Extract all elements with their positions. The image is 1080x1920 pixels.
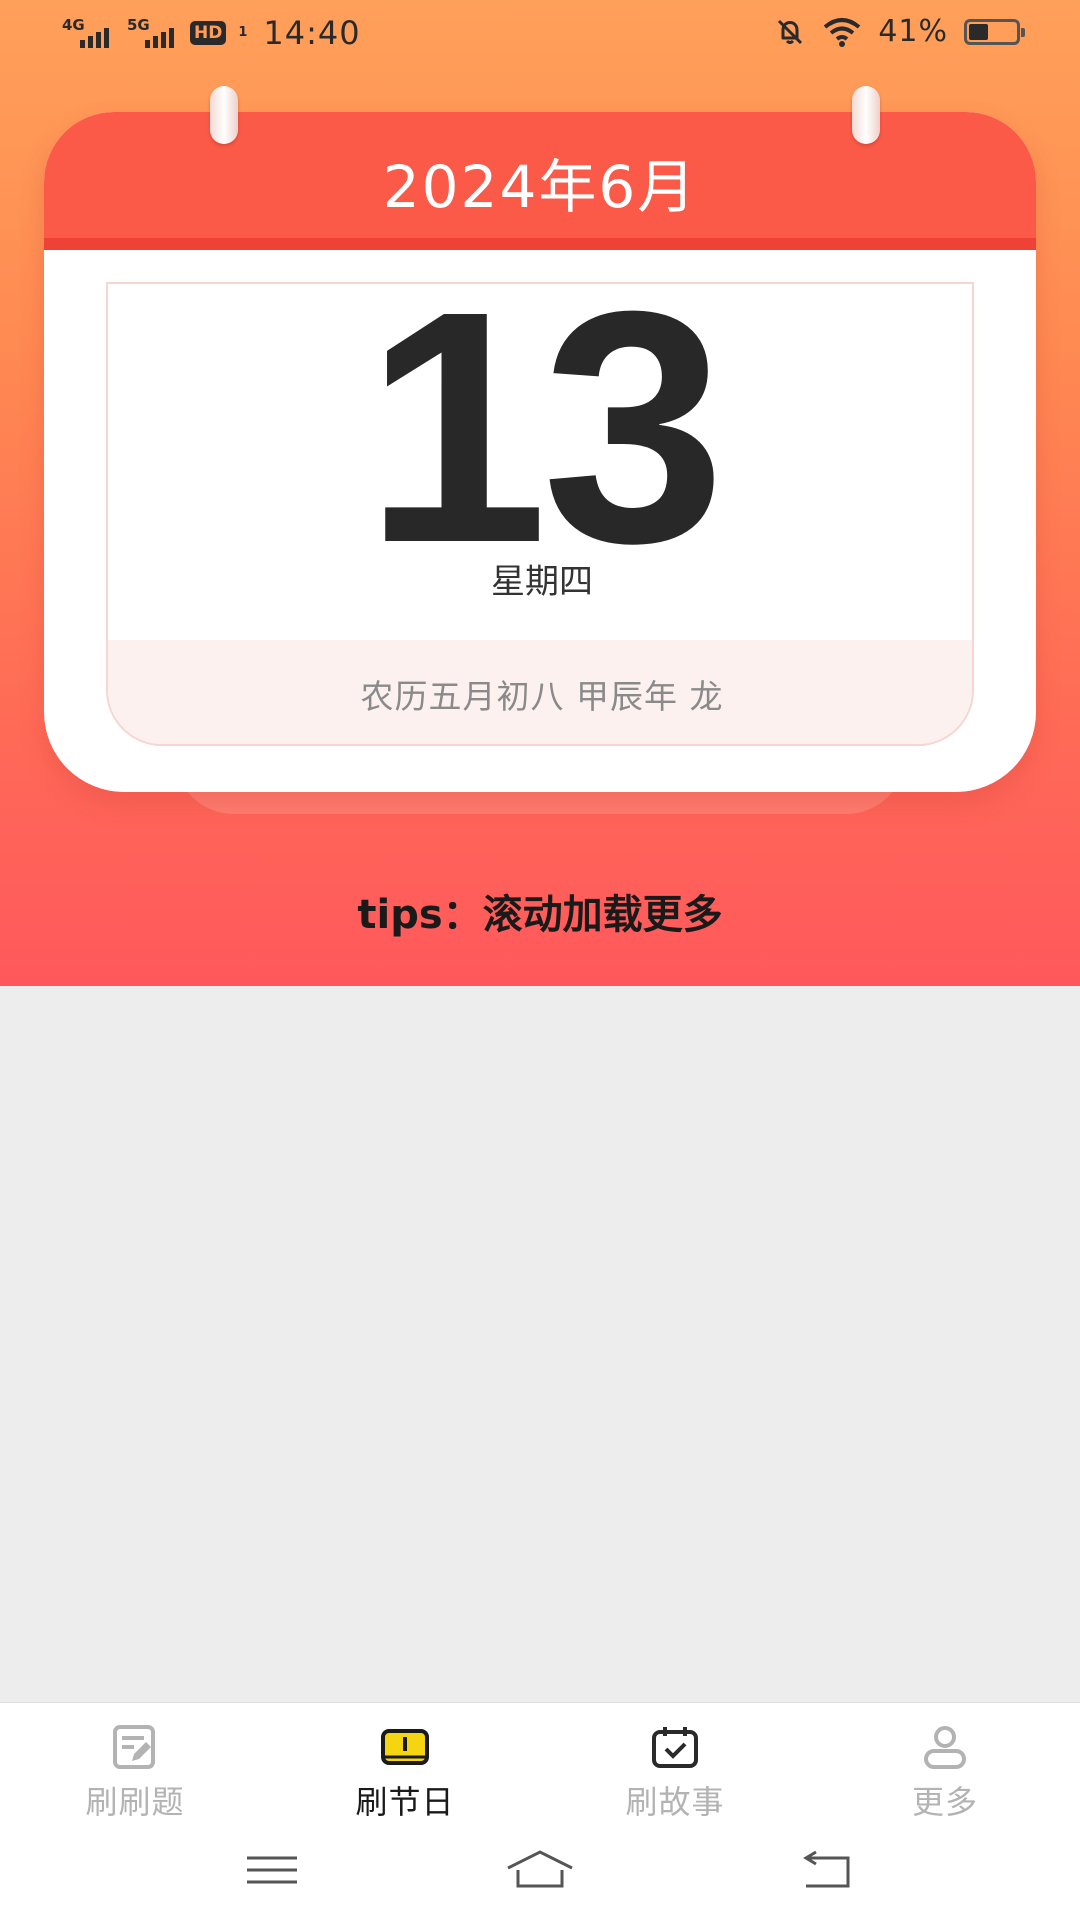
bottom-tab-bar: 刷刷题 刷节日 刷故事 更多: [0, 1702, 1080, 1826]
status-bar: 4G 5G HD 1 14:40 41%: [0, 0, 1080, 66]
tab-holiday[interactable]: 刷节日: [270, 1703, 540, 1827]
scroll-tips: tips：滚动加载更多: [357, 892, 723, 938]
calendar-ring-icon: [852, 86, 880, 144]
status-right: 41%: [774, 14, 1025, 49]
calendar-widget: 2024年6月 13 星期四 农历五月初八 甲辰年 龙: [44, 86, 1036, 814]
clock: 14:40: [263, 14, 361, 52]
calendar-header: 2024年6月: [44, 112, 1036, 250]
lunar-date-bar: 农历五月初八 甲辰年 龙: [108, 640, 972, 744]
calendar-month-title: 2024年6月: [382, 153, 698, 221]
tab-label: 刷刷题: [85, 1783, 185, 1821]
tab-more[interactable]: 更多: [810, 1703, 1080, 1827]
battery-percent: 41%: [878, 14, 948, 49]
holiday-icon: [381, 1729, 429, 1765]
home-icon[interactable]: [504, 1846, 576, 1896]
hd-sub-label: 1: [238, 25, 248, 40]
date-panel: 13 星期四 农历五月初八 甲辰年 龙: [106, 282, 974, 746]
network-type-label: 5G: [127, 16, 150, 34]
tab-story[interactable]: 刷故事: [540, 1703, 810, 1827]
user-icon: [924, 1726, 966, 1769]
calendar-ring-icon: [210, 86, 238, 144]
calendar-check-icon: [652, 1727, 698, 1768]
tab-label: 刷节日: [355, 1783, 455, 1821]
day-number: 13: [364, 282, 725, 611]
edit-note-icon: [113, 1725, 155, 1769]
lunar-date-label: 农历五月初八 甲辰年 龙: [360, 677, 724, 716]
menu-icon[interactable]: [242, 1846, 302, 1896]
back-icon[interactable]: [796, 1846, 856, 1896]
calendar-card: 2024年6月 13 星期四 农历五月初八 甲辰年 龙: [44, 112, 1036, 792]
mute-bell-icon: [778, 19, 803, 44]
tab-quiz[interactable]: 刷刷题: [0, 1703, 270, 1827]
tab-label: 刷故事: [625, 1783, 725, 1821]
signal-4g-icon: 4G: [62, 18, 109, 48]
hd-voice-icon: HD: [190, 21, 227, 45]
wifi-icon: [824, 17, 861, 47]
battery-icon: [964, 18, 1025, 45]
weekday-label: 星期四: [491, 562, 593, 602]
signal-5g-icon: 5G: [127, 18, 174, 48]
network-type-label: 4G: [62, 16, 85, 34]
status-left: 4G 5G HD 1 14:40: [62, 14, 361, 52]
system-nav-bar: [0, 1826, 1080, 1920]
tab-label: 更多: [911, 1783, 978, 1821]
